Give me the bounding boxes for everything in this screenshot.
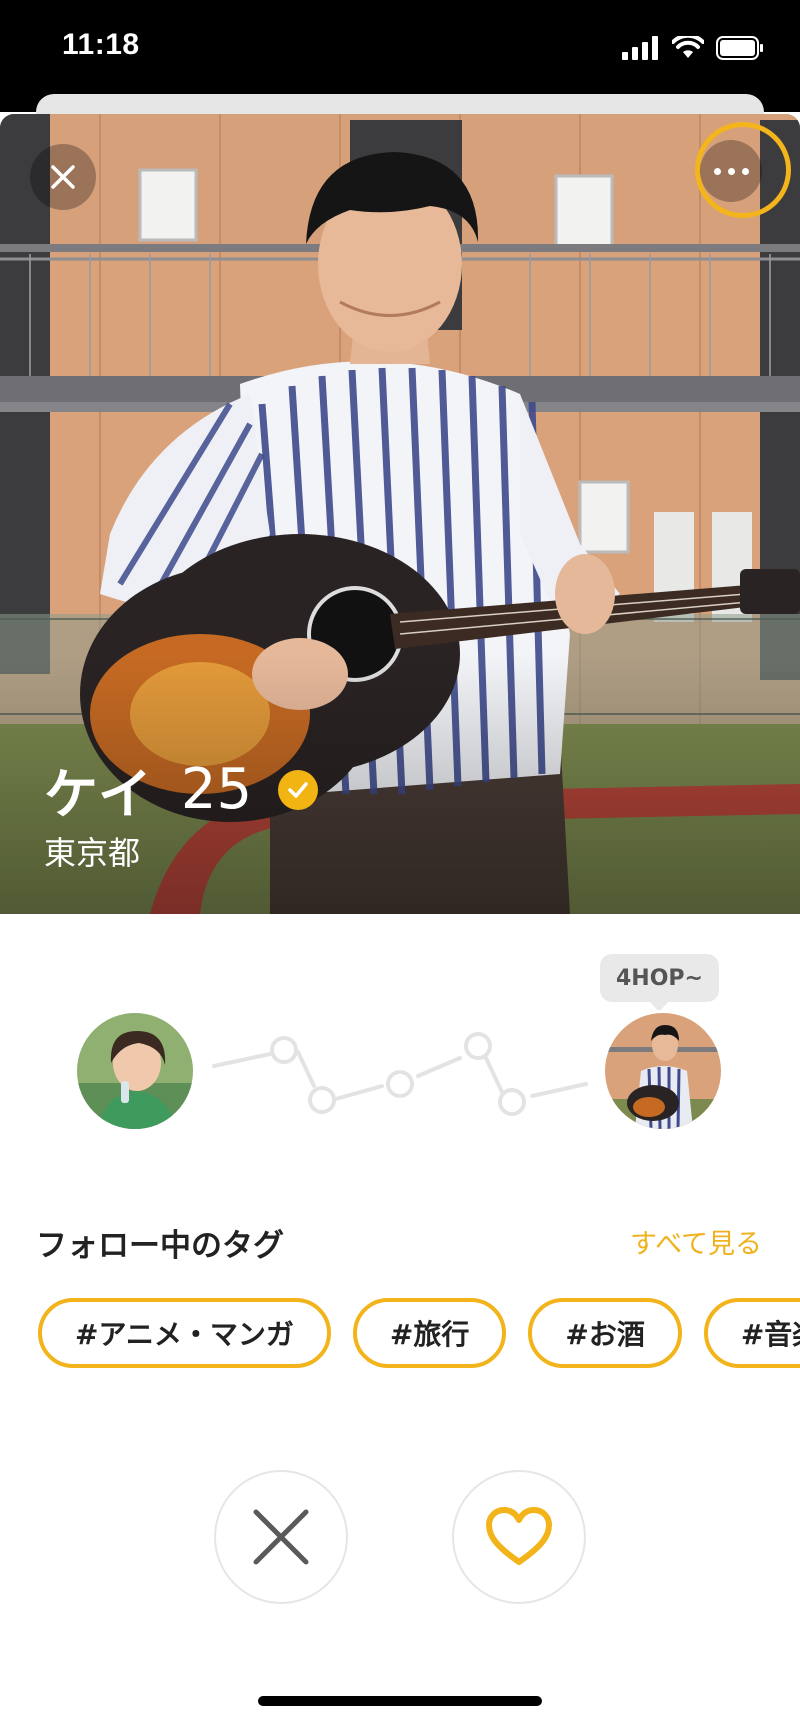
battery-icon [716,36,763,60]
wifi-icon [672,36,704,58]
signal-icon [622,36,658,60]
hop-connection: 4HOP~ [0,914,800,1154]
profile-location: 東京都 [44,834,141,872]
x-icon [253,1509,309,1565]
check-badge-icon [288,781,308,798]
target-avatar-image [605,1013,721,1129]
profile-screen: 11:18 ケイ 25 東京都 4HOP~ フォロー中のタグ すべて見る #アニ… [0,0,800,1730]
hop-path [212,1032,588,1116]
tag-list: #アニメ・マンガ #旅行 #お酒 #音楽 [38,1298,800,1368]
tag-chip[interactable]: #アニメ・マンガ [38,1298,331,1368]
more-options-button[interactable] [700,140,762,202]
nope-button[interactable] [214,1470,348,1604]
tag-chip[interactable]: #お酒 [528,1298,682,1368]
verified-badge [278,769,319,810]
followed-tags-title: フォロー中のタグ [36,1228,284,1264]
profile-age: 25 [180,757,253,822]
status-time: 11:18 [62,28,140,61]
tag-chip[interactable]: #音楽 [703,1298,800,1368]
target-avatar[interactable] [602,1010,724,1132]
my-avatar[interactable] [74,1010,196,1132]
my-avatar-image [77,1013,193,1129]
profile-photo[interactable]: ケイ 25 東京都 [0,114,800,914]
followed-tags-header: フォロー中のタグ すべて見る [36,1220,764,1264]
profile-name: ケイ [44,763,153,826]
hop-count-badge: 4HOP~ [600,954,719,1012]
status-icons [622,36,764,60]
close-icon [51,165,75,189]
profile-name-row: ケイ 25 [44,750,319,829]
like-button[interactable] [452,1470,586,1604]
more-dots-icon [713,167,721,175]
heart-icon [486,1507,552,1565]
tag-chip[interactable]: #旅行 [352,1298,507,1368]
home-indicator [258,1696,542,1706]
see-all-link[interactable]: すべて見る [630,1222,762,1261]
hop-count-label: 4HOP~ [616,965,703,991]
close-button[interactable] [30,144,96,210]
